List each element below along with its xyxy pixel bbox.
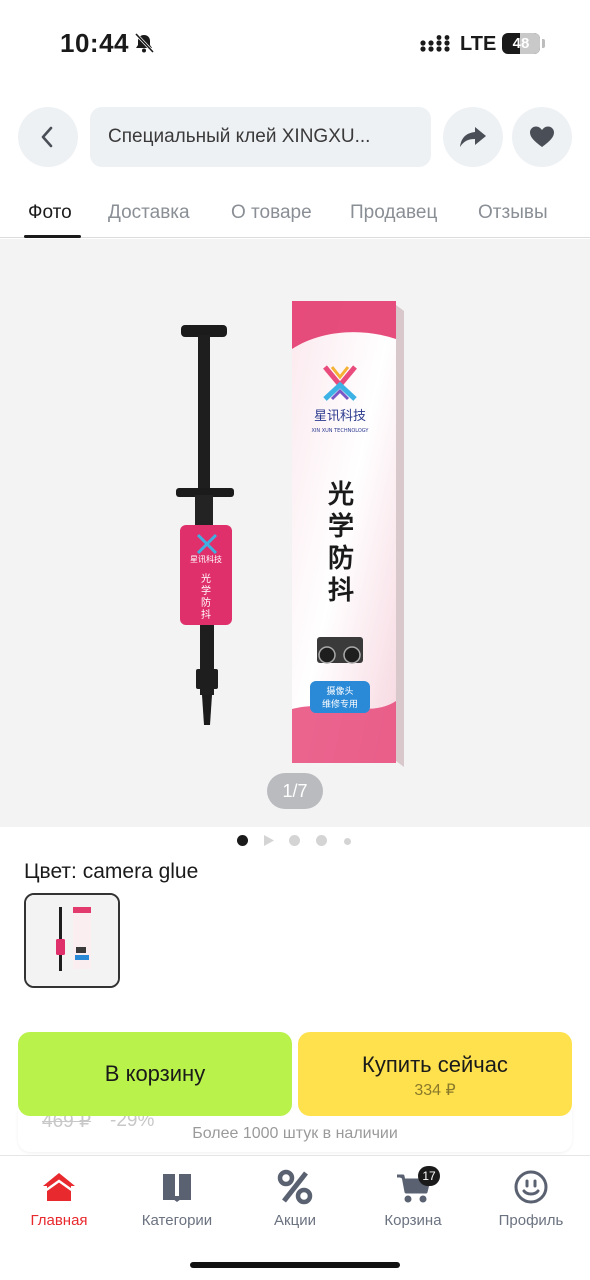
nav-cart[interactable]: 17 Корзина [354, 1166, 472, 1229]
profile-icon [514, 1170, 548, 1204]
battery-tip [542, 39, 545, 48]
buy-now-label: Купить сейчас [362, 1052, 508, 1077]
tab-about[interactable]: О товаре [231, 202, 312, 224]
syringe-char-3: 抖 [201, 608, 211, 621]
syringe-char-2: 防 [201, 596, 211, 609]
heart-icon [530, 126, 554, 147]
tab-delivery[interactable]: Доставка [108, 202, 190, 224]
nav-profile-label: Профиль [498, 1212, 564, 1229]
section-tabs: Фото Доставка О товаре Продавец Отзывы [0, 190, 590, 238]
add-to-cart-button[interactable]: В корзину [18, 1032, 292, 1116]
status-time: 10:44 [60, 28, 129, 58]
stock-status: Более 1000 штук в наличии [192, 1125, 398, 1142]
buy-now-button[interactable]: Купить сейчас 334 ₽ [298, 1032, 572, 1116]
box-title-char-3: 抖 [328, 576, 354, 606]
chevron-left-icon [41, 126, 53, 148]
box-tag-0: 摄像头 [326, 685, 353, 697]
product-gallery[interactable]: 星讯科技 光 学 防 抖 星讯科技 XIN XUN TECHNOLOGY 光 学… [0, 239, 590, 827]
carousel-dot-small[interactable] [344, 838, 351, 845]
nav-cart-label: Корзина [384, 1212, 442, 1229]
carousel-dot-active[interactable] [237, 835, 248, 846]
nav-home-label: Главная [30, 1212, 88, 1229]
tab-reviews[interactable]: Отзывы [478, 202, 548, 224]
signal-icon [420, 35, 450, 52]
active-tab-indicator [24, 235, 81, 238]
box-tag-1: 维修专用 [322, 698, 358, 710]
favorite-button[interactable] [512, 107, 572, 167]
catalog-icon [163, 1174, 191, 1202]
swatch-thumbnail [26, 895, 118, 986]
nav-categories-label: Категории [141, 1212, 213, 1229]
share-button[interactable] [443, 107, 503, 167]
box-brand: 星讯科技 [314, 409, 366, 424]
status-bar: 10:44 LTE 48 [0, 0, 590, 88]
nav-categories[interactable]: Категории [118, 1168, 236, 1229]
syringe-char-0: 光 [201, 572, 211, 585]
add-to-cart-label: В корзину [104, 1061, 206, 1086]
nav-home[interactable]: Главная [0, 1168, 118, 1229]
syringe-image: 星讯科技 光 学 防 抖 [176, 325, 234, 725]
box-title-char-2: 防 [328, 544, 354, 574]
carousel-dot[interactable] [316, 835, 327, 846]
network-type: LTE [460, 33, 497, 55]
nav-promotions[interactable]: Акции [236, 1168, 354, 1229]
video-play-dot-icon[interactable] [262, 834, 275, 847]
battery-level: 48 [512, 35, 530, 52]
search-text: Специальный клей XINGXU... [108, 126, 371, 147]
home-indicator[interactable] [190, 1262, 400, 1268]
carousel-dot[interactable] [289, 835, 300, 846]
back-button[interactable] [18, 107, 78, 167]
color-label: Цвет: camera glue [24, 860, 199, 883]
nav-promotions-label: Акции [274, 1212, 316, 1229]
percent-icon [277, 1169, 313, 1205]
nav-profile[interactable]: Профиль [472, 1168, 590, 1229]
package-box-image: 星讯科技 XIN XUN TECHNOLOGY 光 学 防 抖 摄像头 维修专用 [292, 301, 404, 767]
tab-photo[interactable]: Фото [28, 202, 72, 224]
buy-now-price: 334 ₽ [414, 1082, 456, 1099]
share-arrow-icon [460, 127, 486, 147]
product-title-search[interactable]: Специальный клей XINGXU... [90, 107, 431, 167]
home-icon [43, 1173, 75, 1201]
battery-icon: 48 [502, 33, 540, 54]
syringe-brand: 星讯科技 [190, 554, 222, 564]
box-title-char-1: 学 [328, 511, 354, 542]
product-image: 星讯科技 光 学 防 抖 星讯科技 XIN XUN TECHNOLOGY 光 学… [176, 301, 404, 767]
image-counter: 1/7 [267, 773, 323, 809]
silent-bell-icon [134, 32, 155, 54]
syringe-char-1: 学 [201, 584, 211, 597]
tab-seller[interactable]: Продавец [350, 202, 437, 224]
cart-count-badge: 17 [418, 1166, 440, 1186]
box-title-char-0: 光 [327, 480, 354, 510]
carousel-dots [0, 830, 590, 850]
color-swatch-selected[interactable] [24, 893, 120, 988]
box-brand-sub: XIN XUN TECHNOLOGY [311, 428, 369, 434]
